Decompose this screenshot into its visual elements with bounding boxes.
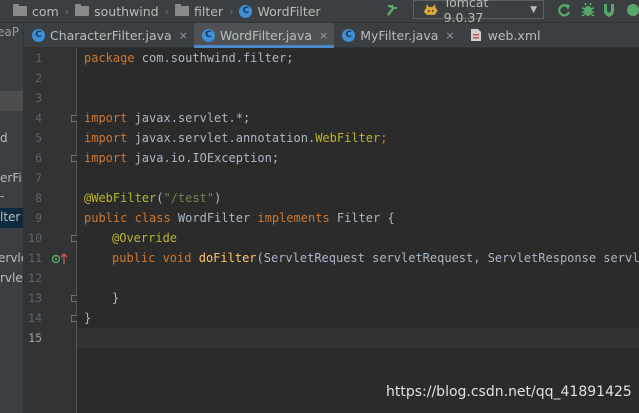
keyword: public class [84,211,171,225]
watermark-url: https://blog.csdn.net/qq_41891425 [386,384,632,400]
override-method-icon[interactable] [52,253,70,265]
folder-icon [174,4,189,16]
breadcrumb-item-filter[interactable]: filter [174,3,224,19]
code-line-9: public class WordFilter implements Filte… [84,208,395,228]
code-line-5: import javax.servlet.annotation.WebFilte… [84,128,387,148]
tab-web-xml[interactable]: web.xml [461,23,547,47]
class-icon: C [201,28,215,42]
annotation-text: @Override [112,231,178,245]
chevron-down-icon: ▼ [530,4,537,15]
code-text: (ServletRequest servletRequest, ServletR… [256,251,639,265]
line-number: 13 [28,291,42,305]
line-number-gutter[interactable]: 1 2 3 4 5 6 7 8 9 10 11 12 13 14 15 [24,48,78,413]
breadcrumb-separator: › [229,4,234,18]
code-text: } [112,291,120,305]
class-icon: C [342,28,356,42]
string-literal: "/test" [163,191,215,205]
folder-icon [75,4,90,16]
line-number: 9 [35,211,42,225]
keyword: import [84,111,128,125]
line-number: 7 [35,171,42,185]
breadcrumb-label: filter [193,3,224,19]
code-line-4: import javax.servlet.*; [84,108,250,128]
line-number-current: 15 [28,331,42,345]
breadcrumb-item-com[interactable]: com [13,4,59,19]
keyword: package [84,51,135,65]
breadcrumb-label: southwind [94,3,159,19]
line-number: 2 [35,71,42,85]
code-text: ; [380,131,388,145]
breadcrumb-label: WordFilter [257,3,321,19]
hammer-icon[interactable] [385,2,401,18]
project-item[interactable]: - [0,189,4,203]
line-number: 3 [35,91,42,105]
close-icon[interactable]: × [445,29,454,42]
annotation-text: WebFilter [315,131,381,145]
code-text: java.io.IOException; [127,151,280,165]
tab-label: MyFilter.java [360,27,439,43]
line-number: 5 [35,131,42,145]
current-line-highlight [77,328,639,348]
coverage-icon[interactable] [601,2,617,18]
tab-label: CharacterFilter.java [50,27,172,43]
method-name: doFilter [198,251,257,265]
keyword: import [84,151,128,165]
line-number: 8 [35,191,42,205]
annotation-text: @WebFilter [84,191,157,205]
code-text: javax.servlet.*; [127,111,251,125]
code-line-13: } [112,288,119,308]
editor-tab-bar: C CharacterFilter.java × C WordFilter.ja… [24,23,639,48]
code-text: Filter { [329,211,395,225]
line-number: 10 [28,231,42,245]
line-number: 11 [28,251,42,265]
code-line-8: @WebFilter("/test") [84,188,221,208]
project-item[interactable]: eaP [0,25,19,39]
code-text: com.southwind.filter; [134,51,294,65]
tomcat-icon [423,3,438,15]
code-line-14: } [84,308,91,328]
code-editor[interactable]: package com.southwind.filter; import jav… [77,48,639,413]
navigation-bar: com › southwind › filter › C WordFilter … [0,0,639,25]
debug-icon[interactable] [580,2,596,18]
breadcrumb-label: com [32,3,59,19]
project-item[interactable]: d [0,131,8,145]
folder-icon [13,4,27,16]
close-icon[interactable]: × [319,29,328,42]
keyword: implements [257,211,330,225]
code-text: ) [214,191,222,205]
code-line-11: public void doFilter(ServletRequest serv… [112,248,639,268]
code-line-1: package com.southwind.filter; [84,48,294,68]
line-number: 14 [28,311,42,325]
close-icon[interactable]: × [179,29,188,42]
profile-icon[interactable] [624,2,639,18]
line-number: 4 [35,111,42,125]
tab-wordfilter[interactable]: C WordFilter.java × [193,23,335,48]
class-icon: C [239,4,253,18]
class-icon: C [32,28,45,42]
rerun-icon[interactable] [556,2,572,18]
keyword: public void [112,251,192,265]
tab-label: web.xml [487,27,541,43]
line-number: 12 [28,271,42,285]
keyword: import [84,131,128,145]
tab-characterfilter[interactable]: C CharacterFilter.java × [24,23,194,47]
code-text: javax.servlet.annotation. [127,131,316,145]
code-line-10: @Override [112,228,177,248]
breadcrumb-separator: › [64,4,70,18]
line-number: 1 [35,51,42,65]
run-configuration-dropdown[interactable]: Tomcat 9.0.37 ▼ [413,0,544,25]
breadcrumb-item-southwind[interactable]: southwind [75,3,159,19]
line-number: 6 [35,151,42,165]
breadcrumb-item-wordfilter[interactable]: C WordFilter [239,3,321,19]
code-text: } [84,311,92,325]
run-configuration-label: Tomcat 9.0.37 [443,0,489,25]
xml-file-icon [470,29,481,41]
tab-label: WordFilter.java [219,27,313,43]
code-text: WordFilter [170,211,258,225]
tab-myfilter[interactable]: C MyFilter.java × [334,23,460,47]
code-line-6: import java.io.IOException; [84,148,279,168]
breadcrumb-separator: › [164,4,169,18]
